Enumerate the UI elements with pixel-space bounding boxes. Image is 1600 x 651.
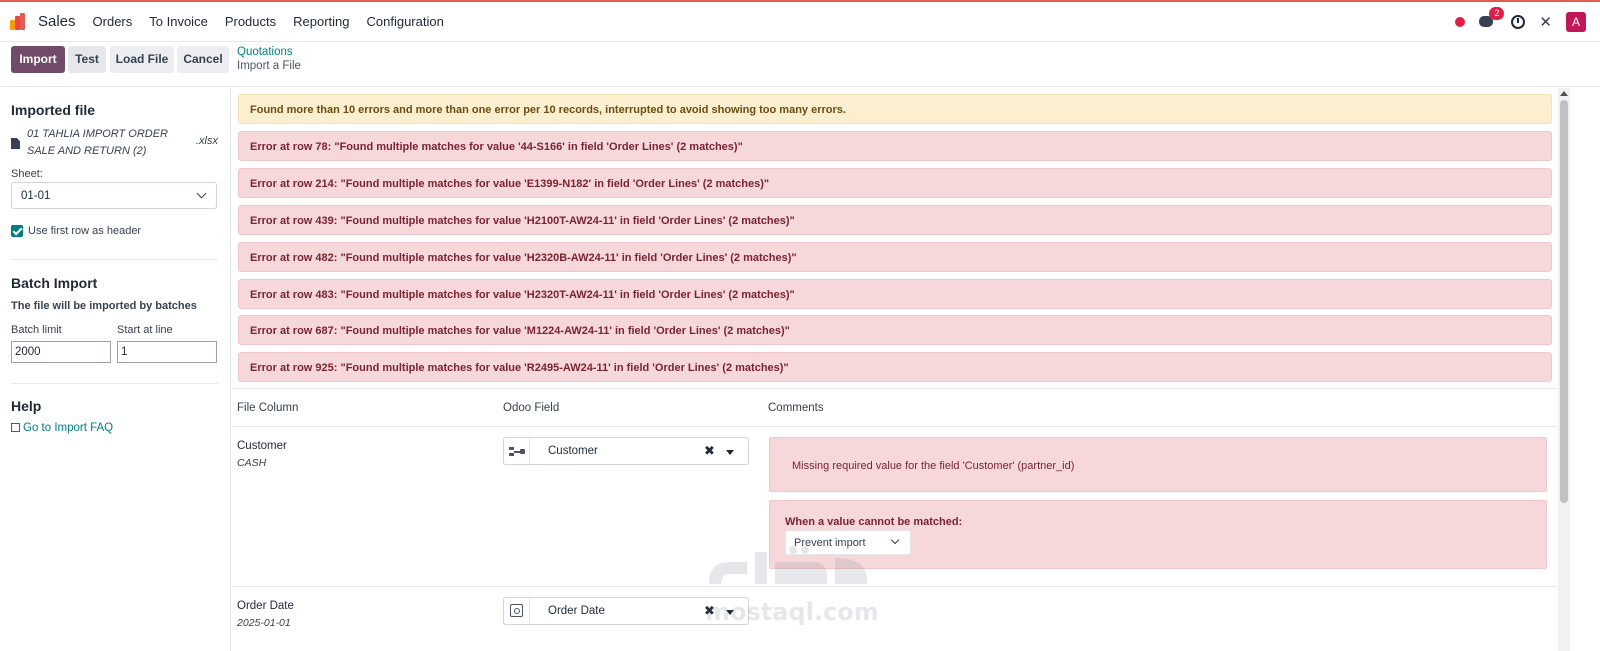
divider bbox=[232, 388, 1557, 389]
help-title: Help bbox=[11, 398, 42, 414]
import-main: Found more than 10 errors and more than … bbox=[232, 88, 1557, 651]
chevron-down-icon bbox=[890, 535, 900, 545]
use-header-checkbox[interactable] bbox=[11, 225, 23, 237]
batch-import-title: Batch Import bbox=[11, 275, 98, 291]
scroll-thumb[interactable] bbox=[1560, 100, 1568, 503]
error-alert: Error at row 214: "Found multiple matche… bbox=[238, 168, 1552, 198]
control-panel: Import Test Load File Cancel Quotations … bbox=[0, 42, 1600, 87]
start-line-label: Start at line bbox=[117, 324, 173, 336]
header-odoo-field: Odoo Field bbox=[503, 402, 560, 414]
tools-icon[interactable]: ✕ bbox=[1539, 13, 1552, 31]
breadcrumb: Quotations Import a File bbox=[237, 46, 301, 72]
sales-app-logo-icon[interactable] bbox=[10, 12, 30, 32]
relation-icon bbox=[509, 447, 525, 456]
watermark-logo-icon bbox=[709, 546, 867, 584]
header-file-column: File Column bbox=[237, 402, 299, 414]
chat-icon[interactable]: 2 bbox=[1479, 7, 1505, 30]
chevron-down-icon bbox=[196, 188, 207, 199]
import-faq-label: Go to Import FAQ bbox=[23, 422, 114, 434]
use-header-label[interactable]: Use first row as header bbox=[28, 225, 141, 237]
cancel-button[interactable]: Cancel bbox=[177, 46, 229, 73]
test-button[interactable]: Test bbox=[68, 46, 106, 73]
divider bbox=[232, 426, 1557, 427]
watermark: mostaql.com bbox=[703, 540, 879, 630]
file-icon bbox=[11, 138, 20, 149]
batch-description: The file will be imported by batches bbox=[11, 300, 197, 312]
import-faq-link[interactable]: Go to Import FAQ bbox=[11, 422, 113, 434]
app-name[interactable]: Sales bbox=[38, 13, 76, 30]
nav-configuration[interactable]: Configuration bbox=[367, 14, 444, 29]
file-column-name: Order Date bbox=[237, 600, 294, 612]
file-column-sample: 2025-01-01 bbox=[237, 617, 291, 629]
scroll-up-arrow-icon[interactable] bbox=[1560, 91, 1568, 96]
odoo-field-value: Customer bbox=[548, 445, 598, 457]
header-comments: Comments bbox=[768, 402, 824, 414]
status-dot-icon[interactable] bbox=[1455, 17, 1466, 27]
caret-down-icon[interactable] bbox=[726, 450, 734, 455]
odoo-field-value: Order Date bbox=[548, 605, 605, 617]
batch-limit-label: Batch limit bbox=[11, 324, 62, 336]
sheet-label: Sheet: bbox=[11, 168, 43, 180]
nav-to-invoice[interactable]: To Invoice bbox=[149, 14, 208, 29]
import-sidebar: Imported file 01 TAHLIA IMPORT ORDER SAL… bbox=[0, 88, 231, 651]
nav-orders[interactable]: Orders bbox=[93, 14, 133, 29]
batch-limit-input[interactable]: 2000 bbox=[11, 341, 111, 363]
error-alert: Error at row 483: "Found multiple matche… bbox=[238, 279, 1552, 309]
imported-file-title: Imported file bbox=[11, 102, 96, 118]
odoo-field-select[interactable]: Customer ✖ bbox=[503, 437, 749, 465]
comment-error-box: Missing required value for the field 'Cu… bbox=[769, 437, 1547, 492]
error-alert: Error at row 78: "Found multiple matches… bbox=[238, 131, 1552, 161]
file-extension: .xlsx bbox=[196, 135, 218, 147]
nav-products[interactable]: Products bbox=[225, 14, 276, 29]
unmatched-value-box: When a value cannot be matched: Prevent … bbox=[769, 500, 1547, 569]
load-file-button[interactable]: Load File bbox=[110, 46, 174, 73]
calendar-icon bbox=[510, 604, 523, 617]
avatar[interactable]: A bbox=[1566, 12, 1586, 32]
unmatched-title: When a value cannot be matched: bbox=[785, 516, 963, 528]
divider bbox=[11, 383, 218, 384]
divider bbox=[232, 586, 1557, 587]
chat-badge: 2 bbox=[1489, 7, 1505, 20]
sheet-select-value: 01-01 bbox=[21, 190, 51, 202]
sheet-select[interactable]: 01-01 bbox=[11, 182, 217, 209]
file-column-sample: CASH bbox=[237, 457, 267, 469]
file-name: 01 TAHLIA IMPORT ORDER SALE AND RETURN (… bbox=[27, 128, 168, 157]
file-column-name: Customer bbox=[237, 440, 287, 452]
import-button[interactable]: Import bbox=[11, 46, 65, 73]
clock-icon[interactable] bbox=[1511, 15, 1526, 29]
breadcrumb-quotations[interactable]: Quotations bbox=[237, 46, 301, 58]
error-alert: Error at row 687: "Found multiple matche… bbox=[238, 315, 1552, 345]
divider bbox=[11, 259, 218, 260]
top-navbar: Sales Orders To Invoice Products Reporti… bbox=[0, 0, 1600, 42]
watermark-text: mostaql.com bbox=[705, 598, 879, 626]
external-link-icon bbox=[11, 423, 20, 432]
clear-icon[interactable]: ✖ bbox=[704, 443, 715, 459]
warning-alert: Found more than 10 errors and more than … bbox=[238, 94, 1552, 124]
comment-message: Missing required value for the field 'Cu… bbox=[792, 460, 1075, 472]
nav-reporting[interactable]: Reporting bbox=[293, 14, 349, 29]
breadcrumb-current: Import a File bbox=[237, 60, 301, 72]
error-alert: Error at row 925: "Found multiple matche… bbox=[238, 352, 1552, 382]
start-line-input[interactable]: 1 bbox=[117, 341, 217, 363]
error-alert: Error at row 439: "Found multiple matche… bbox=[238, 205, 1552, 235]
error-alert: Error at row 482: "Found multiple matche… bbox=[238, 242, 1552, 272]
main-scrollbar[interactable] bbox=[1558, 88, 1570, 651]
